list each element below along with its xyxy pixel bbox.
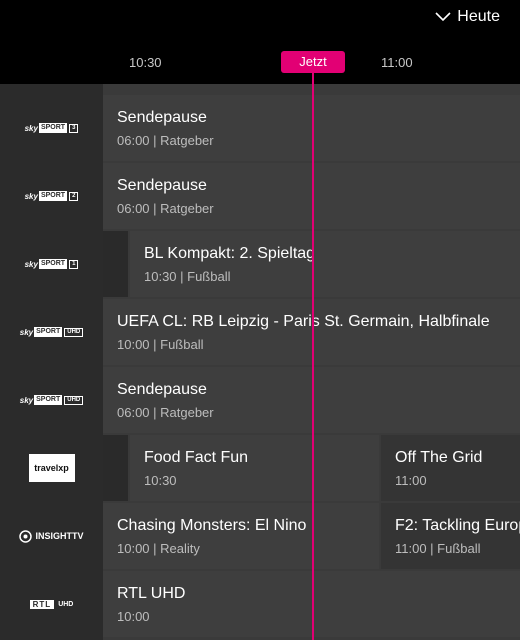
program-tile-past[interactable]: [103, 435, 128, 501]
sky-sport-logo: sky SPORT 3: [25, 123, 79, 134]
channel-sky-sport-uhd[interactable]: sky SPORT UHD: [0, 299, 103, 365]
program-title: Sendepause: [117, 109, 207, 126]
program-meta: 06:00 | Ratgeber: [117, 405, 214, 420]
program-title: RTL UHD: [117, 585, 186, 602]
program-tile[interactable]: BL Kompakt: 2. Spieltag 10:30 | Fußball: [130, 231, 520, 297]
channel-sky-sport-bundesliga-1[interactable]: sky SPORT 1: [0, 231, 103, 297]
insighttv-logo: INSIGHTTV: [19, 529, 84, 543]
program-title: Chasing Monsters: El Nino: [117, 517, 307, 534]
channel-rtl-uhd[interactable]: RTL UHD: [0, 571, 103, 637]
sky-sport-logo: sky SPORT UHD: [20, 327, 84, 338]
program-meta: 10:00: [117, 609, 150, 624]
timeline-tick-1100: 11:00: [381, 55, 413, 70]
program-title: Off The Grid: [395, 449, 483, 466]
program-title: F2: Tackling Europe: [395, 517, 520, 534]
channel-sky-sport-bundesliga-3[interactable]: sky SPORT 3: [0, 95, 103, 161]
program-meta: 10:00 | Reality: [117, 541, 200, 556]
program-title: BL Kompakt: 2. Spieltag: [144, 245, 316, 262]
now-badge[interactable]: Jetzt: [281, 51, 345, 73]
channel-travelxp[interactable]: travelxp: [0, 435, 103, 501]
program-tile[interactable]: Food Fact Fun 10:30: [130, 435, 379, 501]
channel-sky-sport-bundesliga-2[interactable]: sky SPORT 2: [0, 163, 103, 229]
channel-insighttv[interactable]: INSIGHTTV: [0, 503, 103, 569]
program-title: Sendepause: [117, 177, 207, 194]
day-selector[interactable]: Heute: [435, 6, 500, 28]
now-indicator-line: [312, 72, 314, 640]
channel-sky-sport-bundesliga-uhd[interactable]: sky SPORT UHD: [0, 367, 103, 433]
program-title: UEFA CL: RB Leipzig - Paris St. Germain,…: [117, 313, 490, 330]
program-meta: 06:00 | Ratgeber: [117, 133, 214, 148]
sky-sport-logo: sky SPORT 2: [25, 191, 79, 202]
sky-sport-logo: sky SPORT 1: [25, 259, 79, 270]
program-grid: sky SPORT 3 sky SPORT 2 sky SPORT 1 sky SPORT UH…: [0, 84, 520, 640]
program-tile-past[interactable]: [103, 231, 128, 297]
program-tile[interactable]: Chasing Monsters: El Nino 10:00 | Realit…: [103, 503, 379, 569]
program-meta: 10:30 | Fußball: [144, 269, 231, 284]
program-meta: 10:00 | Fußball: [117, 337, 204, 352]
channel-column: sky SPORT 3 sky SPORT 2 sky SPORT 1 sky SPORT UH…: [0, 84, 103, 640]
program-tile-next[interactable]: F2: Tackling Europe 11:00 | Fußball: [381, 503, 520, 569]
program-meta: 06:00 | Ratgeber: [117, 201, 214, 216]
rtl-uhd-logo: RTL UHD: [29, 599, 73, 609]
chevron-down-icon: [435, 12, 451, 22]
program-meta: 11:00: [395, 473, 427, 488]
program-meta: 10:30: [144, 473, 177, 488]
epg-header: Heute 10:30 11:00 Jetzt: [0, 0, 520, 84]
program-meta: 11:00 | Fußball: [395, 541, 481, 556]
insight-eye-icon: [19, 529, 33, 543]
timeline-tick-1030: 10:30: [129, 55, 162, 70]
program-title: Food Fact Fun: [144, 449, 249, 466]
day-selector-label: Heute: [457, 8, 500, 25]
program-tile-next[interactable]: Off The Grid 11:00: [381, 435, 520, 501]
sky-sport-logo: sky SPORT UHD: [20, 395, 84, 406]
program-title: Sendepause: [117, 381, 207, 398]
travelxp-logo: travelxp: [28, 454, 75, 482]
